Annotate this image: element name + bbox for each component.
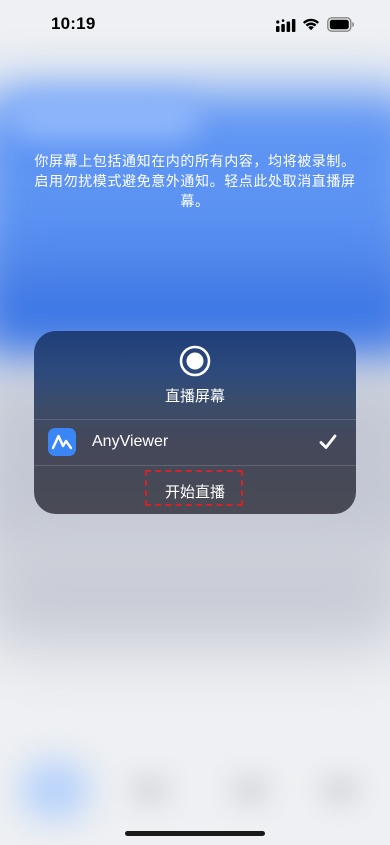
app-option-anyviewer[interactable]: AnyViewer xyxy=(34,420,356,465)
wifi-icon xyxy=(302,18,320,31)
anyviewer-app-icon xyxy=(48,428,76,456)
start-broadcast-label: 开始直播 xyxy=(164,483,225,501)
battery-icon xyxy=(327,17,354,32)
start-broadcast-button[interactable]: 开始直播 xyxy=(34,466,356,514)
app-name: AnyViewer xyxy=(92,433,169,450)
signal-icon xyxy=(276,19,296,32)
panel-title: 直播屏幕 xyxy=(164,387,225,405)
status-bar: 10:19 xyxy=(0,0,390,54)
broadcast-info-text[interactable]: 你屏幕上包括通知在内的所有内容，均将被录制。启用勿扰模式避免意外通知。轻点此处取… xyxy=(34,152,356,212)
record-icon xyxy=(179,345,211,377)
status-time: 10:19 xyxy=(51,14,96,33)
broadcast-panel: 直播屏幕 AnyViewer 开始直播 xyxy=(34,331,356,514)
checkmark-icon xyxy=(319,434,337,449)
home-indicator[interactable] xyxy=(125,831,265,836)
